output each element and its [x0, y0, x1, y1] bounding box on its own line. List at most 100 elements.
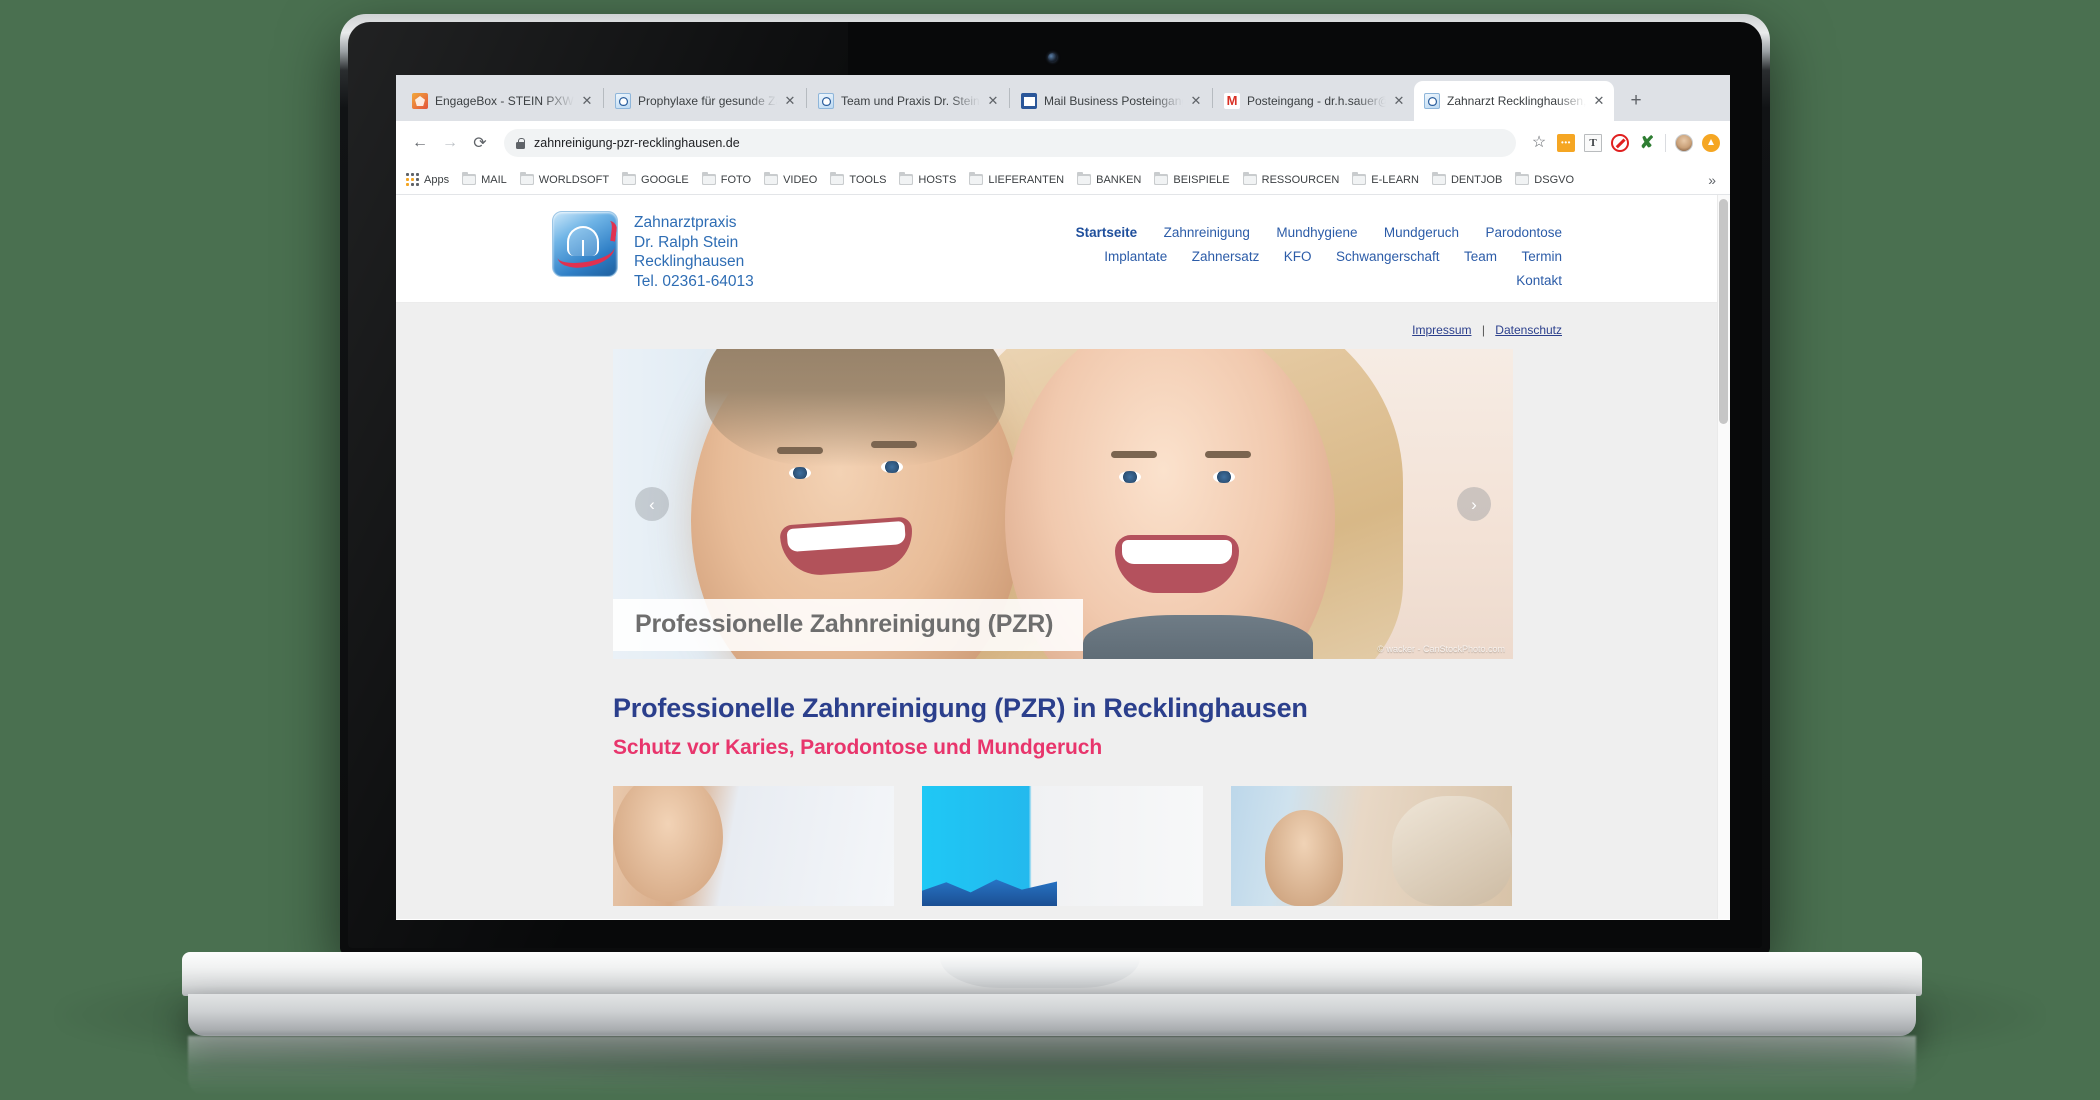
- bookmark-label: WORLDSOFT: [538, 173, 610, 186]
- new-tab-button[interactable]: +: [1622, 87, 1650, 115]
- content-card-row: [613, 786, 1513, 906]
- scrollbar-thumb[interactable]: [1719, 199, 1728, 424]
- man-hair: [705, 349, 1005, 467]
- profile-avatar-icon[interactable]: [1675, 134, 1693, 152]
- tab-separator: [1009, 88, 1010, 108]
- tab-close-icon[interactable]: ✕: [578, 92, 596, 110]
- tab-close-icon[interactable]: ✕: [1187, 92, 1205, 110]
- text-tool-icon[interactable]: [1584, 134, 1602, 152]
- image-credit: © wacker - CanStockPhoto.com: [1377, 644, 1505, 654]
- tab-close-icon[interactable]: ✕: [1390, 92, 1408, 110]
- tooth-icon: [615, 93, 631, 109]
- nav-item-implantate[interactable]: Implantate: [1104, 249, 1167, 264]
- bookmark-apps[interactable]: Apps: [406, 173, 449, 186]
- browser-tab[interactable]: Mail Business Posteingang ✕: [1011, 81, 1211, 121]
- woman-brow-left: [1111, 451, 1157, 458]
- woman-brow-right: [1205, 451, 1251, 458]
- content-card[interactable]: [613, 786, 894, 906]
- browser-tab[interactable]: Posteingang - dr.h.sauer@g ✕: [1214, 81, 1414, 121]
- nav-item-mundhygiene[interactable]: Mundhygiene: [1276, 225, 1357, 240]
- browser-tab-active[interactable]: Zahnarzt Recklinghausen, D ✕: [1414, 81, 1614, 121]
- tooth-icon: [1424, 93, 1440, 109]
- bookmark-folder-banken[interactable]: BANKEN: [1077, 171, 1142, 186]
- impressum-link[interactable]: Impressum: [1412, 323, 1471, 337]
- site-logo[interactable]: Zahnarztpraxis Dr. Ralph Stein Recklingh…: [552, 211, 754, 291]
- tab-title: Prophylaxe für gesunde Zäh: [638, 94, 777, 108]
- hero-slider: © wacker - CanStockPhoto.com ‹ › Profess…: [613, 349, 1513, 659]
- nav-item-parodontose[interactable]: Parodontose: [1485, 225, 1562, 240]
- woman-teeth: [1122, 540, 1232, 564]
- nav-item-kfo[interactable]: KFO: [1284, 249, 1312, 264]
- extension-orange-icon[interactable]: [1557, 134, 1575, 152]
- man-teeth: [786, 520, 906, 553]
- bookmark-folder-video[interactable]: VIDEO: [764, 171, 817, 186]
- forward-button[interactable]: →: [436, 129, 464, 157]
- bookmark-folder-hosts[interactable]: HOSTS: [899, 171, 957, 186]
- back-button[interactable]: ←: [406, 129, 434, 157]
- nav-item-schwangerschaft[interactable]: Schwangerschaft: [1336, 249, 1440, 264]
- browser-tab[interactable]: EngageBox - STEIN PXWS - ✕: [402, 81, 602, 121]
- slider-prev-button[interactable]: ‹: [635, 487, 669, 521]
- bookmark-folder-foto[interactable]: FOTO: [701, 171, 752, 186]
- bookmark-folder-beispiele[interactable]: BEISPIELE: [1154, 171, 1230, 186]
- bookmark-folder-worldsoft[interactable]: WORLDSOFT: [519, 171, 610, 186]
- nav-item-zahnersatz[interactable]: Zahnersatz: [1192, 249, 1260, 264]
- close-x-icon[interactable]: ✘: [1638, 134, 1656, 152]
- nav-item-team[interactable]: Team: [1464, 249, 1497, 264]
- practice-line-1: Zahnarztpraxis: [634, 214, 737, 231]
- bookmark-folder-dsgvo[interactable]: DSGVO: [1515, 171, 1574, 186]
- content-container: © wacker - CanStockPhoto.com ‹ › Profess…: [613, 349, 1513, 906]
- tab-close-icon[interactable]: ✕: [984, 92, 1002, 110]
- toolbar-icon-group: ☆ ✘: [1530, 134, 1720, 152]
- browser-tab[interactable]: Team und Praxis Dr. Stein - ✕: [808, 81, 1008, 121]
- bookmark-folder-mail[interactable]: MAIL: [462, 171, 507, 186]
- bookmark-folder-google[interactable]: GOOGLE: [622, 171, 689, 186]
- content-card[interactable]: [922, 786, 1203, 906]
- practice-phone: Tel. 02361-64013: [634, 272, 754, 290]
- practice-info: Zahnarztpraxis Dr. Ralph Stein Recklingh…: [634, 211, 754, 291]
- nav-item-kontakt[interactable]: Kontakt: [1516, 273, 1562, 288]
- browser-tab[interactable]: Prophylaxe für gesunde Zäh ✕: [605, 81, 805, 121]
- webcam-icon: [1048, 53, 1057, 62]
- folder-icon: [969, 171, 984, 185]
- man-eye-left: [789, 467, 811, 479]
- nav-item-termin[interactable]: Termin: [1521, 249, 1562, 264]
- bookmark-folder-dentjob[interactable]: DENTJOB: [1431, 171, 1502, 186]
- bookmark-folder-elearn[interactable]: E-LEARN: [1352, 171, 1419, 186]
- nav-item-zahnreinigung[interactable]: Zahnreinigung: [1164, 225, 1250, 240]
- bookmark-folder-ressourcen[interactable]: RESSOURCEN: [1242, 171, 1339, 186]
- address-bar[interactable]: zahnreinigung-pzr-recklinghausen.de: [504, 129, 1516, 157]
- tab-close-icon[interactable]: ✕: [1590, 92, 1608, 110]
- bookmark-label: BEISPIELE: [1173, 173, 1230, 186]
- datenschutz-link[interactable]: Datenschutz: [1495, 323, 1562, 337]
- tab-close-icon[interactable]: ✕: [781, 92, 799, 110]
- laptop-base-notch: [940, 952, 1140, 988]
- bookmark-folder-lieferanten[interactable]: LIEFERANTEN: [969, 171, 1064, 186]
- upload-icon[interactable]: [1702, 134, 1720, 152]
- nav-item-mundgeruch[interactable]: Mundgeruch: [1384, 225, 1459, 240]
- toolbar-divider: [1665, 134, 1666, 152]
- apps-grid-icon: [406, 173, 419, 186]
- practice-line-3: Recklinghausen: [634, 253, 745, 270]
- woman-shoulders: [1083, 615, 1313, 659]
- bookmark-label: HOSTS: [918, 173, 957, 186]
- woman-eye-left: [1119, 471, 1141, 483]
- bookmark-label: BANKEN: [1096, 173, 1142, 186]
- engagebox-icon: [412, 93, 428, 109]
- reload-button[interactable]: ⟳: [466, 129, 494, 157]
- adblock-icon[interactable]: [1611, 134, 1629, 152]
- bookmarks-bar: Apps MAIL WORLDSOFT GOOGLE FOTO VIDEO TO…: [396, 165, 1730, 195]
- bookmark-folder-tools[interactable]: TOOLS: [830, 171, 886, 186]
- bookmark-star-icon[interactable]: ☆: [1530, 134, 1548, 152]
- browser-tab-strip: EngageBox - STEIN PXWS - ✕ Prophylaxe fü…: [396, 75, 1730, 121]
- woman-smile: [1115, 535, 1239, 593]
- bookmarks-overflow-button[interactable]: »: [1708, 172, 1720, 188]
- address-bar-url: zahnreinigung-pzr-recklinghausen.de: [534, 136, 740, 150]
- slider-next-button[interactable]: ›: [1457, 487, 1491, 521]
- bookmark-label: FOTO: [720, 173, 752, 186]
- nav-item-startseite[interactable]: Startseite: [1076, 225, 1138, 240]
- man-brow-right: [871, 441, 917, 448]
- page-scrollbar[interactable]: [1717, 195, 1730, 919]
- folder-icon: [462, 171, 477, 185]
- content-card[interactable]: [1231, 786, 1512, 906]
